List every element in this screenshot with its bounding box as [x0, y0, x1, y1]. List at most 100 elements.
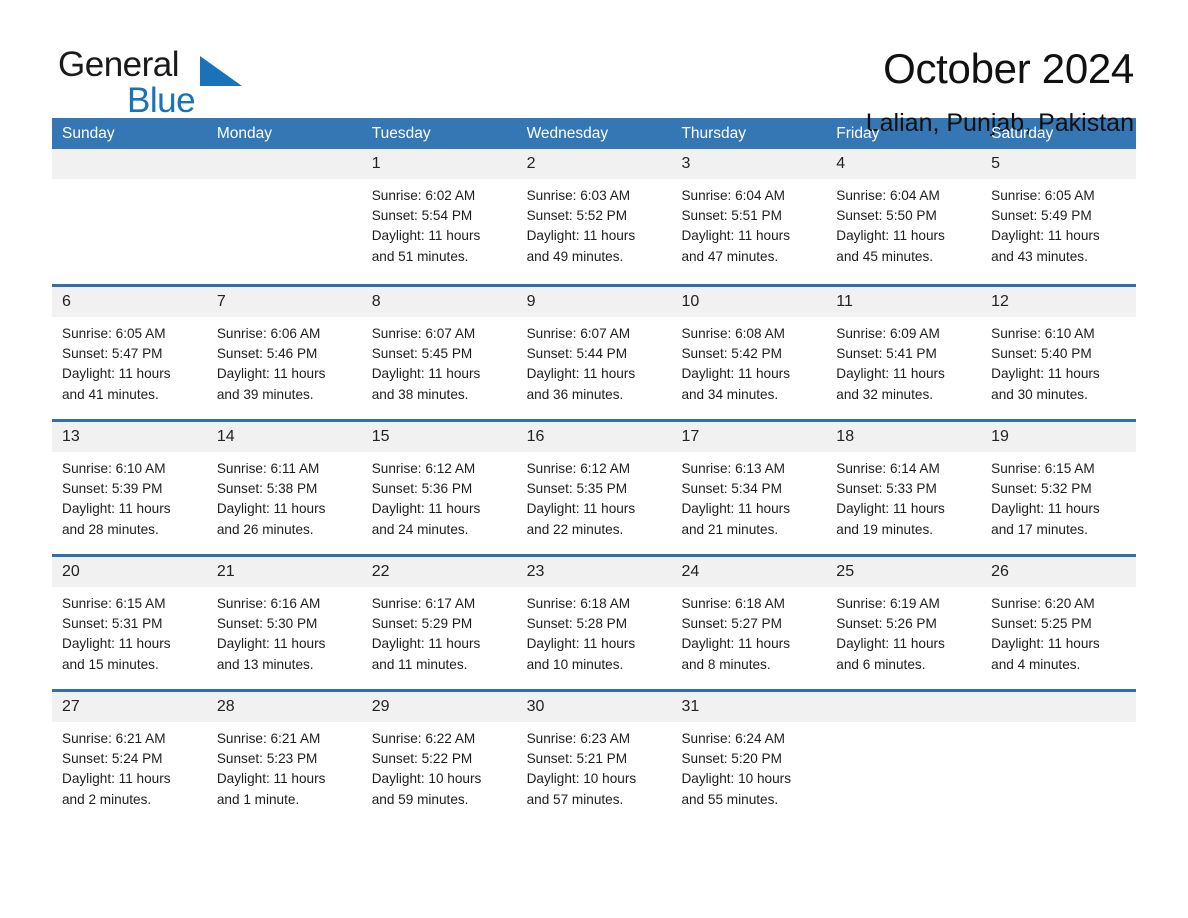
daylight-text-line1: Daylight: 11 hours: [991, 366, 1100, 382]
day-cell[interactable]: 19 Sunrise: 6:15 AM Sunset: 5:32 PM Dayligh…: [981, 422, 1137, 554]
sunrise-text: Sunrise: 6:07 AM: [371, 326, 476, 341]
day-number: 12: [991, 293, 1009, 310]
day-cell[interactable]: 11 Sunrise: 6:09 AM Sunset: 5:41 PM Dayligh…: [826, 287, 982, 419]
triangle-flag-icon: [200, 56, 242, 86]
weekday-header-thursday: Thursday: [681, 125, 747, 142]
day-number: 3: [681, 155, 691, 172]
day-number-band: 2: [516, 149, 672, 179]
day-cell[interactable]: 21 Sunrise: 6:16 AM Sunset: 5:30 PM Dayligh…: [206, 557, 362, 689]
day-cell[interactable]: 18 Sunrise: 6:14 AM Sunset: 5:33 PM Dayligh…: [826, 422, 982, 554]
day-info: Sunrise: 6:13 AM Sunset: 5:34 PM Daylight:…: [671, 452, 826, 540]
weekday-header-wednesday: Wednesday: [526, 125, 609, 142]
daylight-text-line1: Daylight: 11 hours: [62, 501, 171, 517]
sunrise-text: Sunrise: 6:15 AM: [62, 596, 166, 611]
daylight-text-line1: Daylight: 11 hours: [216, 366, 326, 382]
day-cell[interactable]: 31 Sunrise: 6:24 AM Sunset: 5:20 PM Dayligh…: [671, 692, 827, 824]
sunrise-text: Sunrise: 6:08 AM: [681, 326, 785, 341]
day-number: 17: [681, 428, 700, 445]
calendar-grid: Sunday Monday Tuesday Wednesday Thursday Frid…: [52, 118, 1137, 824]
day-cell[interactable]: 25 Sunrise: 6:19 AM Sunset: 5:26 PM Dayligh…: [826, 557, 982, 689]
daylight-text-line2: and 55 minutes.: [681, 791, 779, 807]
day-number: 8: [371, 293, 381, 310]
day-cell[interactable]: 5 Sunrise: 6:05 AM Sunset: 5:49 PM Daylight…: [981, 149, 1137, 284]
sunset-text: Sunset: 5:25 PM: [991, 616, 1092, 632]
sunset-text: Sunset: 5:42 PM: [681, 346, 782, 362]
day-number-band: [826, 692, 982, 722]
day-cell[interactable]: 28 Sunrise: 6:21 AM Sunset: 5:23 PM Dayligh…: [206, 692, 362, 824]
daylight-text-line1: Daylight: 11 hours: [991, 228, 1100, 244]
sunrise-text: Sunrise: 6:15 AM: [991, 461, 1095, 476]
day-number: 7: [216, 293, 226, 310]
day-info: Sunrise: 6:07 AM Sunset: 5:45 PM Daylight:…: [362, 317, 517, 405]
day-number-band: 24: [671, 557, 827, 587]
day-info: Sunrise: 6:04 AM Sunset: 5:51 PM Daylight:…: [671, 179, 826, 267]
day-cell[interactable]: 24 Sunrise: 6:18 AM Sunset: 5:27 PM Dayligh…: [671, 557, 827, 689]
day-number: 22: [371, 563, 390, 580]
day-cell[interactable]: 30 Sunrise: 6:23 AM Sunset: 5:21 PM Dayligh…: [516, 692, 672, 824]
daylight-text-line1: Daylight: 10 hours: [526, 771, 637, 787]
day-cell[interactable]: 14 Sunrise: 6:11 AM Sunset: 5:38 PM Dayligh…: [206, 422, 362, 554]
day-number: 27: [62, 698, 80, 715]
sunset-text: Sunset: 5:49 PM: [991, 208, 1092, 224]
daylight-text-line1: Daylight: 11 hours: [836, 366, 945, 382]
daylight-text-line1: Daylight: 11 hours: [526, 366, 636, 382]
day-cell[interactable]: 10 Sunrise: 6:08 AM Sunset: 5:42 PM Dayligh…: [671, 287, 827, 419]
sunrise-text: Sunrise: 6:04 AM: [836, 188, 940, 203]
daylight-text-line2: and 30 minutes.: [991, 386, 1088, 402]
day-info: Sunrise: 6:14 AM Sunset: 5:33 PM Daylight:…: [826, 452, 981, 540]
sunrise-text: Sunrise: 6:24 AM: [681, 731, 785, 746]
day-cell[interactable]: 22 Sunrise: 6:17 AM Sunset: 5:29 PM Dayligh…: [361, 557, 517, 689]
day-number-band: 9: [516, 287, 672, 317]
day-cell[interactable]: 27 Sunrise: 6:21 AM Sunset: 5:24 PM Dayligh…: [52, 692, 207, 824]
daylight-text-line2: and 28 minutes.: [62, 521, 159, 537]
calendar-week-row: 1 Sunrise: 6:02 AM Sunset: 5:54 PM Daylight…: [52, 149, 1137, 284]
day-cell[interactable]: 23 Sunrise: 6:18 AM Sunset: 5:28 PM Dayligh…: [516, 557, 672, 689]
day-cell[interactable]: 29 Sunrise: 6:22 AM Sunset: 5:22 PM Dayligh…: [361, 692, 517, 824]
daylight-text-line2: and 13 minutes.: [216, 656, 314, 672]
sunrise-text: Sunrise: 6:07 AM: [526, 326, 631, 341]
daylight-text-line2: and 49 minutes.: [526, 248, 624, 264]
daylight-text-line1: Daylight: 11 hours: [681, 366, 790, 382]
day-info: Sunrise: 6:03 AM Sunset: 5:52 PM Daylight:…: [517, 179, 672, 267]
daylight-text-line2: and 19 minutes.: [836, 521, 934, 537]
day-cell[interactable]: 13 Sunrise: 6:10 AM Sunset: 5:39 PM Dayligh…: [52, 422, 207, 554]
sunset-text: Sunset: 5:36 PM: [371, 481, 473, 497]
sunrise-text: Sunrise: 6:21 AM: [62, 731, 166, 746]
daylight-text-line2: and 47 minutes.: [681, 248, 779, 264]
day-cell[interactable]: 26 Sunrise: 6:20 AM Sunset: 5:25 PM Dayligh…: [981, 557, 1137, 689]
sunset-text: Sunset: 5:35 PM: [526, 481, 628, 497]
day-cell[interactable]: 6 Sunrise: 6:05 AM Sunset: 5:47 PM Daylight…: [52, 287, 207, 419]
day-cell-empty: [981, 692, 1137, 824]
sunrise-text: Sunrise: 6:12 AM: [371, 461, 476, 476]
weekday-header-saturday: Saturday: [991, 125, 1054, 142]
day-cell[interactable]: 7 Sunrise: 6:06 AM Sunset: 5:46 PM Daylight…: [206, 287, 362, 419]
day-info: Sunrise: 6:18 AM Sunset: 5:27 PM Daylight:…: [671, 587, 826, 675]
day-cell[interactable]: 20 Sunrise: 6:15 AM Sunset: 5:31 PM Dayligh…: [52, 557, 207, 689]
sunset-text: Sunset: 5:24 PM: [62, 751, 163, 767]
sunrise-text: Sunrise: 6:12 AM: [526, 461, 631, 476]
day-info: Sunrise: 6:04 AM Sunset: 5:50 PM Daylight:…: [826, 179, 981, 267]
daylight-text-line2: and 15 minutes.: [62, 656, 159, 672]
day-number-band: [52, 149, 207, 179]
daylight-text-line1: Daylight: 11 hours: [216, 501, 326, 517]
day-cell[interactable]: 17 Sunrise: 6:13 AM Sunset: 5:34 PM Dayligh…: [671, 422, 827, 554]
day-cell-empty: [206, 149, 362, 284]
day-info: Sunrise: 6:06 AM Sunset: 5:46 PM Daylight:…: [207, 317, 362, 405]
day-cell[interactable]: 15 Sunrise: 6:12 AM Sunset: 5:36 PM Dayligh…: [361, 422, 517, 554]
day-cell[interactable]: 2 Sunrise: 6:03 AM Sunset: 5:52 PM Daylight…: [516, 149, 672, 284]
sunrise-text: Sunrise: 6:14 AM: [836, 461, 940, 476]
day-number-band: 3: [671, 149, 827, 179]
day-number-band: 11: [826, 287, 982, 317]
day-cell[interactable]: 4 Sunrise: 6:04 AM Sunset: 5:50 PM Daylight…: [826, 149, 982, 284]
daylight-text-line2: and 34 minutes.: [681, 386, 779, 402]
day-cell[interactable]: 16 Sunrise: 6:12 AM Sunset: 5:35 PM Dayligh…: [516, 422, 672, 554]
brand-logo[interactable]: General Blue: [52, 44, 312, 124]
day-cell[interactable]: 9 Sunrise: 6:07 AM Sunset: 5:44 PM Daylight…: [516, 287, 672, 419]
day-number-band: 19: [981, 422, 1137, 452]
day-number: 15: [371, 428, 390, 445]
day-cell[interactable]: 3 Sunrise: 6:04 AM Sunset: 5:51 PM Daylight…: [671, 149, 827, 284]
day-cell[interactable]: 1 Sunrise: 6:02 AM Sunset: 5:54 PM Daylight…: [361, 149, 517, 284]
day-cell[interactable]: 8 Sunrise: 6:07 AM Sunset: 5:45 PM Daylight…: [361, 287, 517, 419]
day-info: Sunrise: 6:24 AM Sunset: 5:20 PM Daylight:…: [671, 722, 826, 810]
day-cell[interactable]: 12 Sunrise: 6:10 AM Sunset: 5:40 PM Dayligh…: [981, 287, 1137, 419]
